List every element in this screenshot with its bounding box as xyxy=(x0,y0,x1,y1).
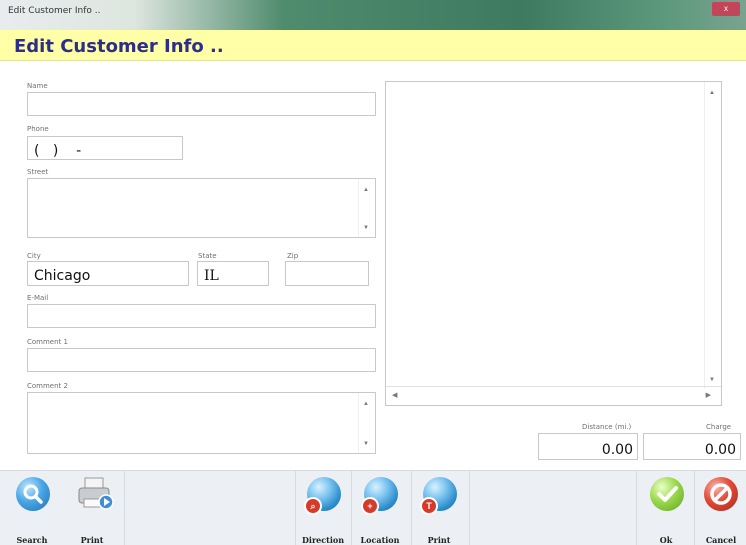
form-header: Edit Customer Info .. xyxy=(0,30,746,61)
search-button[interactable]: Search xyxy=(6,471,58,545)
search-icon xyxy=(16,477,50,511)
printer-icon xyxy=(76,477,114,511)
phone-field[interactable]: ( ) - xyxy=(27,136,183,160)
scroll-up-icon[interactable]: ▲ xyxy=(363,401,369,407)
distance-label: Distance (mi.) xyxy=(582,423,632,431)
comment1-field[interactable] xyxy=(27,348,376,372)
charge-label: Charge xyxy=(706,423,732,431)
scroll-down-icon[interactable]: ▼ xyxy=(709,377,715,383)
print-badge-icon: T xyxy=(420,497,438,515)
toolbar-divider xyxy=(469,471,470,545)
map-vertical-scrollbar[interactable]: ▲ ▼ xyxy=(704,82,721,389)
scroll-down-icon[interactable]: ▼ xyxy=(363,441,369,447)
scroll-left-icon[interactable]: ◀ xyxy=(392,391,397,399)
close-button[interactable]: x xyxy=(712,2,740,16)
name-label: Name xyxy=(27,82,48,90)
window-title-bar: Edit Customer Info .. x xyxy=(0,0,746,30)
name-field[interactable] xyxy=(27,92,376,116)
street-field[interactable]: ▲ ▼ xyxy=(27,178,376,238)
comment2-scrollbar[interactable]: ▲ ▼ xyxy=(358,393,375,453)
street-scrollbar[interactable]: ▲ ▼ xyxy=(358,179,375,237)
ok-button[interactable]: Ok xyxy=(640,471,692,545)
cancel-button[interactable]: Cancel xyxy=(696,471,746,545)
comment2-field[interactable]: ▲ ▼ xyxy=(27,392,376,454)
print-map-button[interactable]: T Print xyxy=(413,471,465,545)
direction-button[interactable]: ⌕ Direction xyxy=(297,471,349,545)
scroll-down-icon[interactable]: ▼ xyxy=(363,225,369,231)
toolbar-divider xyxy=(351,471,352,545)
map-horizontal-scrollbar[interactable]: ◀ ▶ xyxy=(386,386,721,405)
checkmark-icon xyxy=(650,477,684,511)
state-label: State xyxy=(198,252,217,260)
comment1-label: Comment 1 xyxy=(27,338,68,346)
page-title: Edit Customer Info .. xyxy=(14,36,224,57)
map-panel[interactable]: ▲ ▼ ◀ ▶ xyxy=(385,81,722,406)
bottom-toolbar: Search Print ⌕ Direction + Location T Pr… xyxy=(0,470,746,545)
zip-field[interactable] xyxy=(285,261,369,286)
state-field[interactable]: IL xyxy=(197,261,269,286)
scroll-up-icon[interactable]: ▲ xyxy=(709,90,715,96)
street-label: Street xyxy=(27,168,49,176)
direction-badge-icon: ⌕ xyxy=(304,497,322,515)
zip-label: Zip xyxy=(287,252,299,260)
phone-label: Phone xyxy=(27,125,49,133)
toolbar-divider xyxy=(694,471,695,545)
email-field[interactable] xyxy=(27,304,376,328)
email-label: E-Mail xyxy=(27,294,49,302)
toolbar-divider xyxy=(295,471,296,545)
comment2-label: Comment 2 xyxy=(27,382,68,390)
toolbar-divider xyxy=(124,471,125,545)
close-icon: x xyxy=(724,4,728,13)
city-label: City xyxy=(27,252,41,260)
location-badge-icon: + xyxy=(361,497,379,515)
toolbar-divider xyxy=(636,471,637,545)
scroll-up-icon[interactable]: ▲ xyxy=(363,187,369,193)
window-title: Edit Customer Info .. xyxy=(8,6,101,16)
toolbar-divider xyxy=(411,471,412,545)
cancel-icon xyxy=(704,477,738,511)
print-customer-button[interactable]: Print xyxy=(66,471,118,545)
scroll-right-icon[interactable]: ▶ xyxy=(706,391,711,399)
location-button[interactable]: + Location xyxy=(354,471,406,545)
distance-field[interactable]: 0.00 xyxy=(538,433,638,460)
charge-field[interactable]: 0.00 xyxy=(643,433,741,460)
city-field[interactable]: Chicago xyxy=(27,261,189,286)
